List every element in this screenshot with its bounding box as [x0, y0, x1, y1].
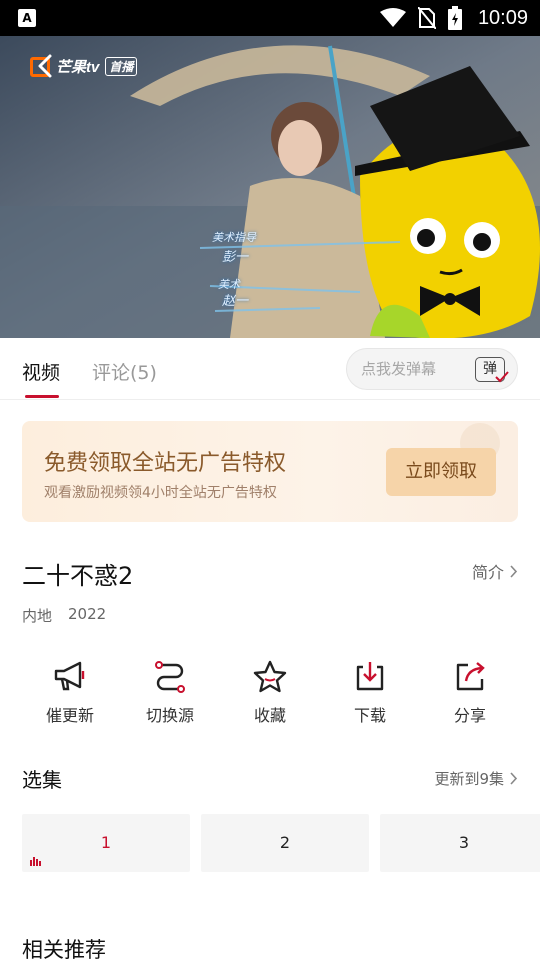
check-icon: [495, 371, 509, 383]
favorite-button[interactable]: 收藏: [220, 655, 320, 735]
tab-label: 视频: [22, 362, 61, 384]
action-label: 下载: [353, 706, 386, 725]
status-bar: A 10:09: [0, 0, 540, 36]
episode-item[interactable]: 1: [22, 814, 190, 872]
ad-free-promo-banner: 免费领取全站无广告特权 观看激励视频领4小时全站无广告特权 立即领取: [22, 421, 518, 522]
danmaku-box: 弹: [346, 348, 518, 390]
switch-source-icon: [155, 661, 185, 693]
tab-label: 评论(5): [92, 362, 157, 384]
now-playing-icon: [30, 857, 41, 866]
logo-text: 芒果tv: [56, 59, 100, 76]
chevron-right-icon: [510, 564, 518, 578]
battery-icon: [447, 6, 462, 30]
danmaku-input[interactable]: [361, 358, 471, 380]
switch-source-button[interactable]: 切换源: [120, 655, 220, 735]
star-icon: [253, 660, 287, 693]
episode-number: 3: [458, 833, 470, 852]
action-label: 催更新: [45, 706, 94, 725]
tab-video[interactable]: 视频: [22, 358, 61, 398]
accessibility-notification-icon: A: [18, 9, 36, 27]
intro-link[interactable]: 简介: [472, 559, 518, 583]
credit-name: 赵一: [222, 294, 249, 309]
active-tab-indicator: [25, 395, 59, 398]
content-tabs: 视频 评论(5) 弹: [0, 338, 540, 400]
video-player[interactable]: 芒果tv 首播 美术指导 彭一 美术 赵一: [0, 36, 540, 338]
recommendations-heading: 相关推荐: [22, 938, 106, 960]
action-label: 收藏: [253, 706, 286, 725]
credit-role: 美术指导: [212, 231, 256, 244]
no-sim-icon: [417, 7, 436, 29]
video-frame: [0, 36, 540, 338]
download-button[interactable]: 下载: [320, 655, 420, 735]
episode-number: 2: [279, 833, 291, 852]
credit-name: 彭一: [222, 250, 249, 265]
promo-title: 免费领取全站无广告特权: [44, 451, 287, 476]
wifi-icon: [379, 8, 406, 27]
claim-now-button[interactable]: 立即领取: [386, 448, 496, 496]
episode-item[interactable]: 2: [201, 814, 369, 872]
logo-badge: 首播: [105, 57, 138, 76]
action-bar: 催更新 切换源 收藏 下载 分享: [20, 655, 520, 735]
back-arrow-icon[interactable]: [32, 52, 60, 80]
episodes-heading: 选集: [22, 768, 62, 792]
episode-item[interactable]: 3: [380, 814, 540, 872]
episode-number: 1: [100, 833, 112, 852]
show-title: 二十不惑2: [22, 562, 134, 590]
promo-subtitle: 观看激励视频领4小时全站无广告特权: [44, 485, 277, 501]
show-meta: 内地 2022: [22, 605, 106, 626]
chevron-right-icon: [510, 772, 518, 785]
megaphone-icon: [54, 661, 85, 691]
clock: 10:09: [477, 6, 528, 29]
status-icons: 10:09: [379, 0, 528, 36]
region: 内地: [22, 607, 53, 625]
download-icon: [356, 662, 384, 691]
episodes-more-link[interactable]: 更新到9集: [434, 768, 518, 789]
share-button[interactable]: 分享: [420, 655, 520, 735]
action-label: 切换源: [145, 706, 194, 725]
request-update-button[interactable]: 催更新: [20, 655, 120, 735]
year: 2022: [68, 605, 107, 623]
intro-label: 简介: [471, 563, 504, 582]
share-icon: [456, 662, 485, 691]
tab-comments[interactable]: 评论(5): [92, 358, 157, 385]
update-status: 更新到9集: [434, 770, 504, 788]
action-label: 分享: [453, 706, 486, 725]
